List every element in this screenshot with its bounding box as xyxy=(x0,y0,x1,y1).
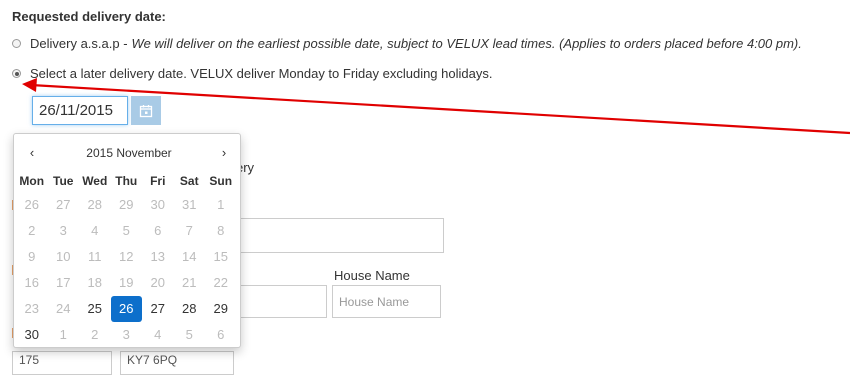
annotation-arrow xyxy=(22,78,850,135)
